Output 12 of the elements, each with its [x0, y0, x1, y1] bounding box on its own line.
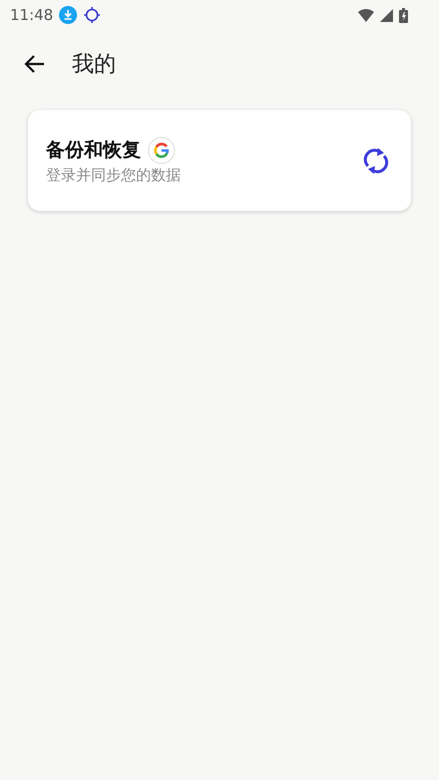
wifi-icon: [358, 8, 374, 22]
card-subtitle: 登录并同步您的数据: [46, 166, 182, 184]
card-title: 备份和恢复: [46, 138, 141, 163]
colored-ring-icon: [148, 136, 175, 164]
signal-icon: [380, 8, 393, 22]
page-title: 我的: [72, 51, 116, 79]
status-time: 11:48: [10, 6, 54, 24]
battery-icon: [399, 8, 408, 22]
download-icon: [59, 6, 78, 24]
crosshair-icon: [83, 6, 102, 24]
sync-icon: [363, 146, 389, 176]
backup-card[interactable]: 备份和恢复 登录并同步您的数据: [28, 110, 411, 211]
